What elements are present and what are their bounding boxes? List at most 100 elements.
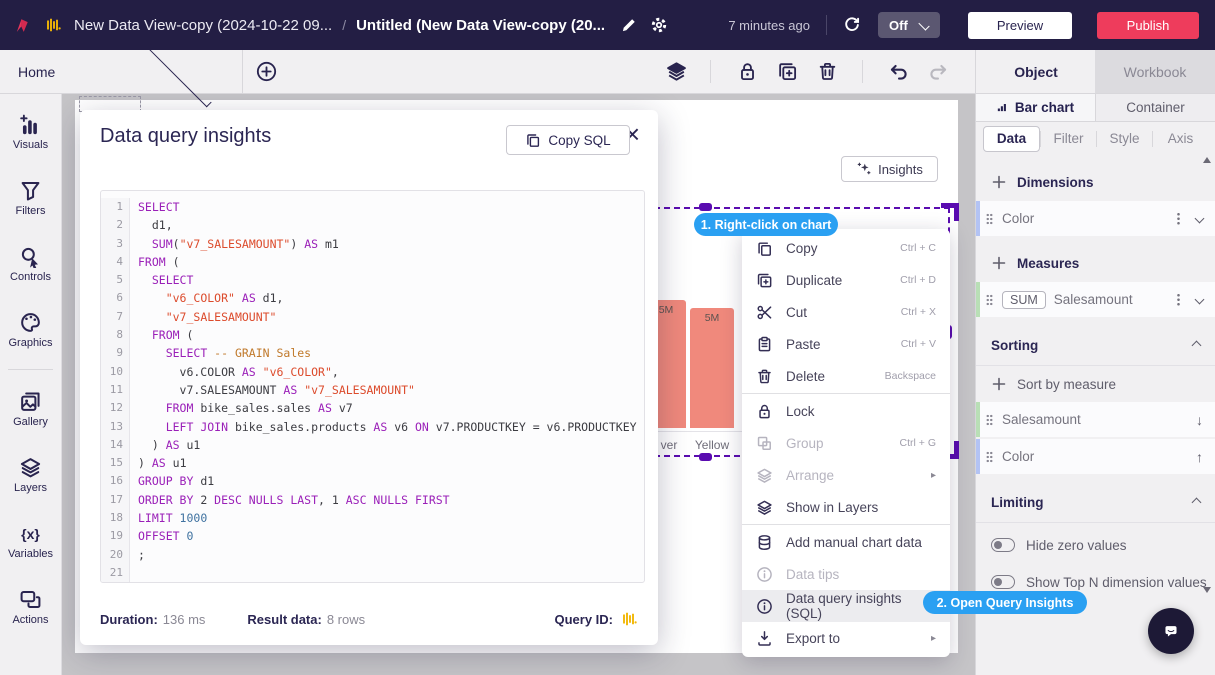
redo-icon[interactable] — [928, 61, 949, 82]
brand-logo-icon — [14, 17, 30, 33]
sidebar-item-graphics[interactable]: Graphics — [0, 297, 61, 363]
show-top-n-toggle[interactable] — [991, 575, 1015, 589]
settings-gear-icon[interactable] — [650, 16, 668, 34]
paste-icon — [756, 336, 773, 353]
refresh-icon[interactable] — [843, 16, 861, 34]
result-label: Result data: — [247, 612, 321, 627]
last-saved-text: 7 minutes ago — [728, 18, 810, 33]
cut-icon — [756, 304, 773, 321]
tab-data[interactable]: Data — [983, 126, 1040, 152]
breadcrumb-dataset[interactable]: New Data View-copy (2024-10-22 09... — [74, 17, 332, 34]
context-menu-item-paste[interactable]: PasteCtrl + V — [742, 328, 950, 360]
copy-sql-button[interactable]: Copy SQL — [506, 125, 630, 155]
context-menu-item-group[interactable]: GroupCtrl + G — [742, 427, 950, 459]
sql-line: 16GROUP BY d1 — [101, 472, 644, 490]
trash-icon[interactable] — [817, 61, 838, 82]
page-selector[interactable]: Home — [0, 50, 243, 93]
layers-icon — [19, 456, 42, 479]
sql-line: 14 ) AS u1 — [101, 436, 644, 454]
sidebar-item-variables[interactable]: {x}Variables — [0, 508, 61, 574]
sidebar-item-actions[interactable]: Actions — [0, 574, 61, 640]
tab-bar-chart[interactable]: Bar chart — [976, 93, 1096, 121]
sort-item-color[interactable]: Color ↑ — [976, 439, 1215, 474]
add-dimension-button[interactable]: Dimensions — [976, 163, 1215, 201]
context-menu-item-add-manual-chart-data[interactable]: Add manual chart data — [742, 526, 950, 558]
sql-line: 3 SUM("v7_SALESAMOUNT") AS m1 — [101, 235, 644, 253]
auto-refresh-select[interactable]: Off — [878, 12, 940, 38]
controls-icon — [19, 245, 42, 268]
scroll-up-icon[interactable] — [1203, 157, 1211, 163]
preview-button[interactable]: Preview — [968, 12, 1072, 39]
context-menu-item-arrange[interactable]: Arrange▸ — [742, 459, 950, 491]
chevron-down-icon[interactable] — [1195, 214, 1205, 224]
measure-item-salesamount[interactable]: SUM Salesamount — [976, 282, 1215, 317]
sidebar-item-gallery[interactable]: Gallery — [0, 376, 61, 442]
context-menu-item-lock[interactable]: Lock — [742, 395, 950, 427]
data-query-insights-modal: Data query insights × 1SELECT2 d1,3 SUM(… — [80, 110, 658, 645]
sql-line: 11 v7.SALESAMOUNT AS "v7_SALESAMOUNT" — [101, 381, 644, 399]
toolbar-divider — [710, 60, 711, 83]
hide-zero-values-toggle[interactable] — [991, 538, 1015, 552]
sql-line: 15) AS u1 — [101, 454, 644, 472]
layers-icon[interactable] — [666, 61, 687, 82]
drag-handle-icon[interactable] — [986, 451, 993, 463]
kebab-menu-icon[interactable] — [1177, 212, 1180, 225]
sidebar-item-controls[interactable]: Controls — [0, 231, 61, 297]
selection-corner-handle[interactable] — [941, 203, 959, 221]
tab-filter[interactable]: Filter — [1041, 131, 1096, 146]
selection-handle[interactable] — [699, 203, 712, 211]
context-menu-item-duplicate[interactable]: DuplicateCtrl + D — [742, 264, 950, 296]
aggregation-badge[interactable]: SUM — [1002, 291, 1046, 309]
tooltip-step-1: 1. Right-click on chart — [694, 213, 838, 236]
kebab-menu-icon[interactable] — [1177, 293, 1180, 306]
sidebar-divider — [8, 369, 53, 370]
tab-workbook[interactable]: Workbook — [1095, 50, 1215, 93]
add-item-icon[interactable] — [256, 61, 277, 82]
context-menu-item-copy[interactable]: CopyCtrl + C — [742, 232, 950, 264]
export-icon — [756, 630, 773, 647]
tab-style[interactable]: Style — [1097, 131, 1152, 146]
chat-launcher-button[interactable] — [1148, 608, 1194, 654]
drag-handle-icon[interactable] — [986, 294, 993, 306]
sparkle-icon — [856, 161, 872, 177]
duplicate-icon[interactable] — [777, 61, 798, 82]
tab-container[interactable]: Container — [1096, 93, 1215, 121]
dimension-item-color[interactable]: Color — [976, 201, 1215, 236]
publish-button[interactable]: Publish — [1097, 12, 1199, 39]
sort-item-salesamount[interactable]: Salesamount ↓ — [976, 402, 1215, 437]
sorting-section-header[interactable]: Sorting — [976, 325, 1215, 366]
tab-axis[interactable]: Axis — [1153, 131, 1208, 146]
insights-button[interactable]: Insights — [841, 156, 938, 182]
chevron-down-icon[interactable] — [1195, 295, 1205, 305]
query-id-label: Query ID: — [554, 612, 613, 627]
undo-icon[interactable] — [888, 61, 909, 82]
sidebar-item-filters[interactable]: Filters — [0, 165, 61, 231]
header-divider — [826, 15, 827, 35]
chevron-up-icon — [1192, 340, 1202, 350]
context-menu-item-delete[interactable]: DeleteBackspace — [742, 360, 950, 392]
context-menu-item-data-tips[interactable]: Data tips — [742, 558, 950, 590]
context-menu-item-show-in-layers[interactable]: Show in Layers — [742, 491, 950, 523]
sql-line: 21 — [101, 564, 644, 582]
add-sort-by-measure-button[interactable]: Sort by measure — [976, 366, 1215, 402]
context-menu-item-cut[interactable]: CutCtrl + X — [742, 296, 950, 328]
drag-handle-icon[interactable] — [986, 213, 993, 225]
scroll-down-icon[interactable] — [1203, 587, 1211, 593]
lock-icon[interactable] — [737, 61, 758, 82]
sidebar-item-layers[interactable]: Layers — [0, 442, 61, 508]
add-measure-button[interactable]: Measures — [976, 244, 1215, 282]
context-menu-item-data-query-insights-sql[interactable]: Data query insights (SQL) — [742, 590, 950, 622]
sort-ascending-icon[interactable]: ↑ — [1196, 449, 1203, 465]
drag-handle-icon[interactable] — [986, 414, 993, 426]
edit-title-icon[interactable] — [620, 16, 638, 34]
actions-icon — [19, 588, 42, 611]
limiting-section-header[interactable]: Limiting — [976, 482, 1215, 523]
sidebar-item-visuals[interactable]: Visuals — [0, 99, 61, 165]
sort-descending-icon[interactable]: ↓ — [1196, 412, 1203, 428]
chat-bubble-icon — [1163, 623, 1179, 639]
chevron-down-icon — [918, 19, 929, 30]
context-menu-item-export-to[interactable]: Export to▸ — [742, 622, 950, 654]
breadcrumb-title[interactable]: Untitled (New Data View-copy (20... — [356, 17, 605, 34]
tab-object[interactable]: Object — [975, 50, 1096, 93]
selection-handle[interactable] — [699, 453, 712, 461]
